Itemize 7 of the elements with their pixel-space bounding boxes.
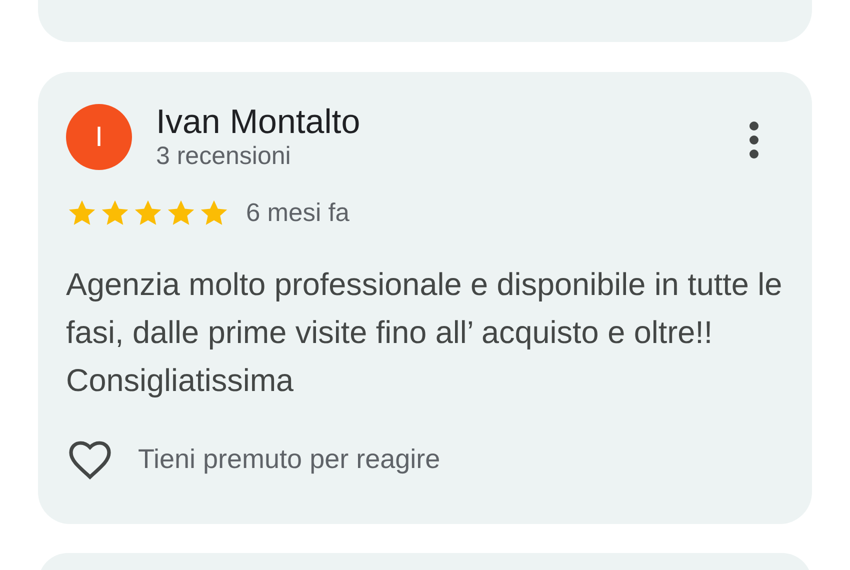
author-name[interactable]: Ivan Montalto [156,104,748,140]
reaction-hint: Tieni premuto per reagire [138,443,440,476]
review-time: 6 mesi fa [246,198,350,229]
review-count: 3 recensioni [156,141,292,172]
heart-icon[interactable] [66,438,114,480]
review-text: Agenzia molto professionale e disponibile in tutte le fasi, dalle prime visite fino all’ acquisto e oltre!! Consigliatissima [66,265,784,400]
more-options-icon[interactable] [748,120,760,160]
